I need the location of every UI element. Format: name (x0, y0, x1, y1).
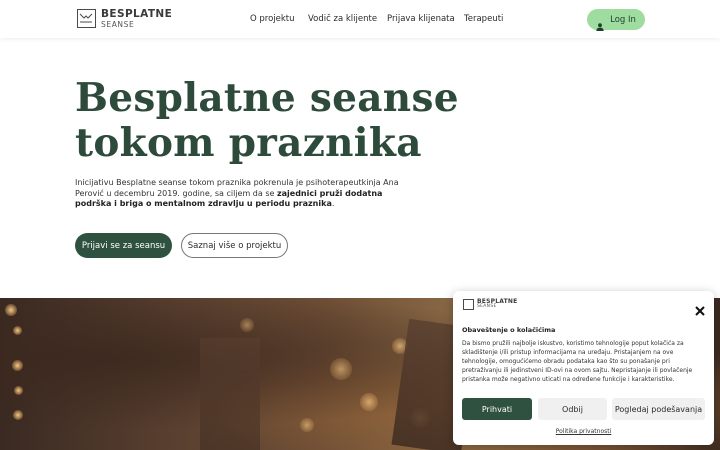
logo-mark-icon (77, 9, 96, 28)
hero-title-line-1: Besplatne seanse (75, 75, 459, 121)
hero-title: Besplatne seanse tokom praznika (75, 76, 495, 166)
cookie-logo: BESPLATNE SEANSE (463, 299, 517, 310)
logo-sub: SEANSE (101, 19, 135, 29)
cookie-title: Obaveštenje o kolačićima (462, 326, 556, 334)
view-preferences-button[interactable]: Pogledaj podešavanja (612, 398, 705, 420)
learn-more-button[interactable]: Saznaj više o projektu (181, 233, 288, 258)
cookie-text: Da bismo pružili najbolje iskustvo, kori… (462, 340, 693, 383)
close-icon[interactable] (694, 302, 706, 316)
page: BESPLATNE SEANSE O projektu Vodič za kli… (0, 0, 720, 450)
accept-cookies-button[interactable]: Prihvati (462, 398, 532, 420)
nav-o-projektu[interactable]: O projektu (250, 14, 295, 24)
hero-intro-end: . (331, 199, 335, 208)
cookie-logo-mark-icon (463, 299, 474, 310)
logo-name: BESPLATNE (101, 8, 173, 20)
login-label: Log In (610, 14, 636, 25)
privacy-policy-link[interactable]: Politika privatnosti (453, 428, 714, 435)
cookie-consent-dialog: BESPLATNE SEANSE Obaveštenje o kolačićim… (453, 291, 714, 445)
hero-title-line-2: tokom praznika (75, 120, 422, 166)
nav-vodic-za-klijente[interactable]: Vodič za klijente (308, 14, 377, 24)
hero-intro: Inicijativu Besplatne seanse tokom prazn… (75, 178, 415, 210)
login-button[interactable]: Log In (587, 9, 645, 31)
nav-prijava-klijenata[interactable]: Prijava klijenata (387, 14, 455, 24)
site-header: BESPLATNE SEANSE O projektu Vodič za kli… (0, 0, 720, 38)
apply-session-button[interactable]: Prijavi se za seansu (75, 233, 172, 258)
user-icon (596, 16, 604, 31)
nav-terapeuti[interactable]: Terapeuti (464, 14, 503, 24)
site-logo[interactable]: BESPLATNE SEANSE (77, 9, 172, 28)
deny-cookies-button[interactable]: Odbij (538, 398, 607, 420)
cookie-logo-sub: SEANSE (477, 304, 497, 310)
